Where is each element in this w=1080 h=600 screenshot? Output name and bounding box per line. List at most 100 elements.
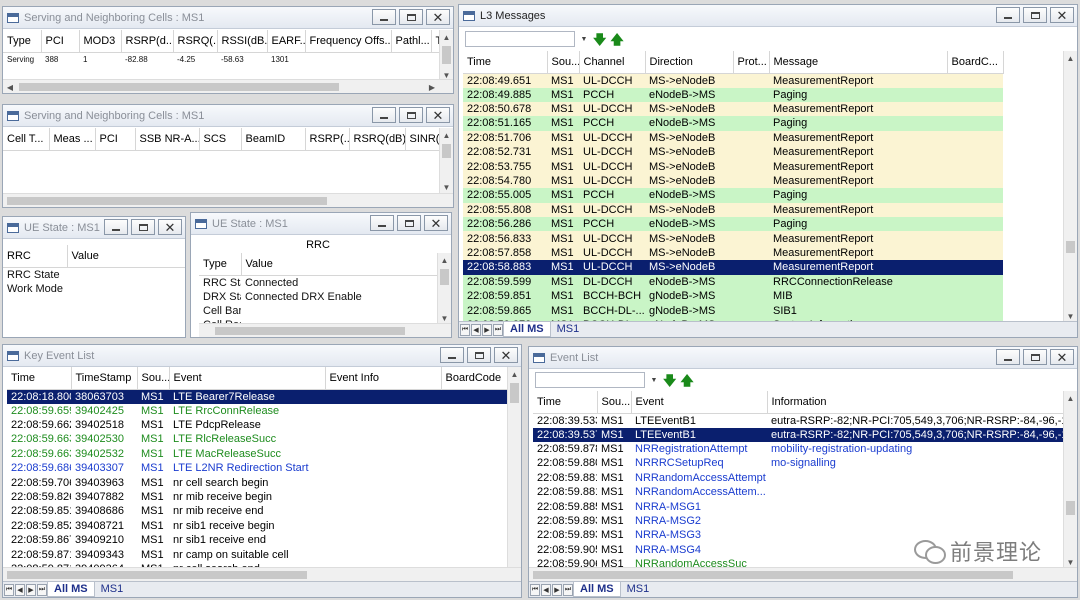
serving-nr-titlebar[interactable]: Serving and Neighboring Cells : MS1 ✕ (3, 105, 453, 127)
table-row[interactable]: 22:08:55.808 MS1 UL-DCCH MS->eNodeB Measurem… (463, 202, 1003, 218)
scroll-left-icon[interactable]: ◀ (3, 80, 17, 93)
column-header[interactable]: TimeStamp (71, 367, 138, 390)
column-header[interactable]: Time (7, 367, 72, 390)
first-icon[interactable]: ⏮ (4, 583, 14, 596)
chevron-down-icon[interactable]: ▼ (579, 31, 589, 47)
scroll-up-icon[interactable]: ▲ (438, 253, 451, 267)
column-header[interactable]: Meas ... (49, 128, 96, 151)
minimize-button[interactable] (440, 347, 464, 363)
tab-all-ms[interactable]: All MS (503, 322, 551, 337)
vertical-scrollbar[interactable]: ▲ ▼ (1063, 391, 1077, 569)
table-row[interactable]: Work Mode (3, 282, 185, 296)
table-row[interactable]: 22:08:59.881 MS1 NRRandomAccessAttempt (533, 471, 1063, 485)
vertical-scrollbar[interactable]: ▲ ▼ (439, 30, 453, 82)
table-row[interactable]: 22:08:51.165 MS1 PCCH eNodeB->MS Paging (463, 116, 1003, 131)
maximize-button[interactable] (467, 347, 491, 363)
table-row[interactable]: 22:08:59.871 39409343 MS1 nr camp on suitab… (7, 547, 507, 561)
next-arrow-icon[interactable]: 🡇 (593, 33, 606, 46)
table-row[interactable]: 22:08:59.662 39402518 MS1 LTE PdcpRelease (7, 418, 507, 432)
table-row[interactable]: 22:08:55.005 MS1 PCCH eNodeB->MS Paging (463, 188, 1003, 203)
column-header[interactable]: Event (169, 367, 326, 390)
horizontal-scrollbar[interactable] (3, 193, 453, 207)
table-row[interactable]: 22:08:59.706 39403963 MS1 nr cell search be… (7, 475, 507, 489)
column-header[interactable]: Pathl... (391, 30, 432, 53)
column-header[interactable]: BeamID (241, 128, 306, 151)
column-header[interactable]: Information (767, 391, 1063, 414)
close-button[interactable]: ✕ (426, 9, 450, 25)
column-header[interactable]: PCI (95, 128, 136, 151)
column-header[interactable]: Prot... (733, 51, 770, 74)
table-row[interactable]: 22:08:56.286 MS1 PCCH eNodeB->MS Paging (463, 217, 1003, 232)
close-button[interactable]: ✕ (1050, 7, 1074, 23)
vertical-scrollbar[interactable]: ▲ ▼ (439, 128, 453, 194)
column-header[interactable]: SSB NR-A... (135, 128, 200, 151)
vertical-scrollbar[interactable]: ▲ ▼ (1063, 51, 1077, 323)
table-row[interactable]: 22:08:59.867 39409210 MS1 nr sib1 receive e… (7, 533, 507, 547)
maximize-button[interactable] (399, 9, 423, 25)
maximize-button[interactable] (399, 107, 423, 123)
column-header[interactable]: Channel (579, 51, 646, 74)
horizontal-scrollbar[interactable] (529, 567, 1077, 581)
table-row[interactable]: RRC State Connected (199, 275, 437, 290)
column-header[interactable]: MOD3 (79, 30, 122, 53)
column-header[interactable]: Message (769, 51, 948, 74)
table-row[interactable]: 22:08:18.800 38063703 MS1 LTE Bearer7Releas… (7, 389, 507, 404)
event-filter-input[interactable] (535, 372, 645, 388)
table-row[interactable]: 22:08:59.880 MS1 NRRRCSetupReq mo-signallin… (533, 456, 1063, 470)
l3-filter-input[interactable] (465, 31, 575, 47)
table-row[interactable]: 22:08:59.851 39408686 MS1 nr mib receive en… (7, 504, 507, 518)
column-header[interactable]: Frequency Offs... (305, 30, 392, 53)
key-event-titlebar[interactable]: Key Event List ✕ (3, 345, 521, 367)
table-row[interactable]: 22:08:59.663 39402532 MS1 LTE MacReleaseSuc… (7, 447, 507, 461)
column-header[interactable]: Event (631, 391, 768, 414)
table-row[interactable]: 22:08:58.883 MS1 UL-DCCH MS->eNodeB Measurem… (463, 260, 1003, 275)
minimize-button[interactable] (372, 107, 396, 123)
column-header[interactable]: RSRP(d... (121, 30, 174, 53)
prev-icon[interactable]: ◀ (471, 323, 481, 336)
table-row[interactable]: 22:08:59.878 MS1 NRRegistrationAttempt mobi… (533, 442, 1063, 456)
close-button[interactable]: ✕ (424, 215, 448, 231)
column-header[interactable]: Type (199, 253, 242, 276)
table-row[interactable]: 22:08:54.780 MS1 UL-DCCH MS->eNodeB Measurem… (463, 173, 1003, 189)
next-icon[interactable]: ▶ (552, 583, 562, 596)
ue-state-titlebar[interactable]: UE State : MS1 ✕ (191, 213, 451, 235)
column-header[interactable]: Cell T... (3, 128, 50, 151)
vertical-scrollbar[interactable]: ▲ ▼ (437, 253, 451, 325)
table-row[interactable]: 22:08:49.885 MS1 PCCH eNodeB->MS Paging (463, 87, 1003, 102)
column-header[interactable]: RSSI(dB... (217, 30, 268, 53)
table-row[interactable]: 22:08:50.678 MS1 UL-DCCH MS->eNodeB Measurem… (463, 101, 1003, 117)
table-row[interactable]: 22:08:39.533 MS1 LTEEventB1 eutra-RSRP:-82;… (533, 413, 1063, 428)
column-header[interactable]: RRC (3, 245, 68, 268)
column-header[interactable]: Sou... (597, 391, 632, 414)
minimize-button[interactable] (372, 9, 396, 25)
last-icon[interactable]: ⏭ (37, 583, 47, 596)
prev-arrow-icon[interactable]: 🡅 (610, 33, 623, 46)
table-row[interactable]: Cell Barred (199, 304, 437, 318)
close-button[interactable]: ✕ (1050, 349, 1074, 365)
first-icon[interactable]: ⏮ (530, 583, 540, 596)
column-header[interactable]: SINR(... (405, 128, 439, 151)
prev-arrow-icon[interactable]: 🡅 (680, 374, 693, 387)
tab-ms1[interactable]: MS1 (95, 582, 130, 597)
column-header[interactable]: PCI (41, 30, 80, 53)
next-icon[interactable]: ▶ (482, 323, 492, 336)
scroll-up-icon[interactable]: ▲ (508, 367, 521, 381)
maximize-button[interactable] (131, 219, 155, 235)
table-row[interactable]: 22:08:59.881 MS1 NRRandomAccessAttem... (533, 485, 1063, 499)
column-header[interactable]: Value (241, 253, 437, 276)
table-row[interactable]: 22:08:59.893 MS1 NRRA-MSG2 (533, 514, 1063, 528)
minimize-button[interactable] (370, 215, 394, 231)
ue-state-titlebar[interactable]: UE State : MS1 ✕ (3, 217, 185, 239)
scroll-right-icon[interactable]: ▶ (425, 80, 439, 93)
table-row[interactable]: 22:08:59.885 MS1 NRRA-MSG1 (533, 499, 1063, 513)
table-row[interactable]: 22:08:39.537 MS1 LTEEventB1 eutra-RSRP:-82;… (533, 427, 1063, 442)
scroll-up-icon[interactable]: ▲ (440, 128, 453, 142)
tab-ms1[interactable]: MS1 (621, 582, 656, 597)
column-header[interactable]: RSRQ(dB) (349, 128, 406, 151)
column-header[interactable]: BoardCode (441, 367, 507, 390)
column-header[interactable]: Sou... (137, 367, 170, 390)
column-header[interactable]: BoardC... (947, 51, 1004, 74)
column-header[interactable]: RSRQ(... (173, 30, 218, 53)
column-header[interactable]: Sou... (547, 51, 580, 74)
close-button[interactable]: ✕ (158, 219, 182, 235)
